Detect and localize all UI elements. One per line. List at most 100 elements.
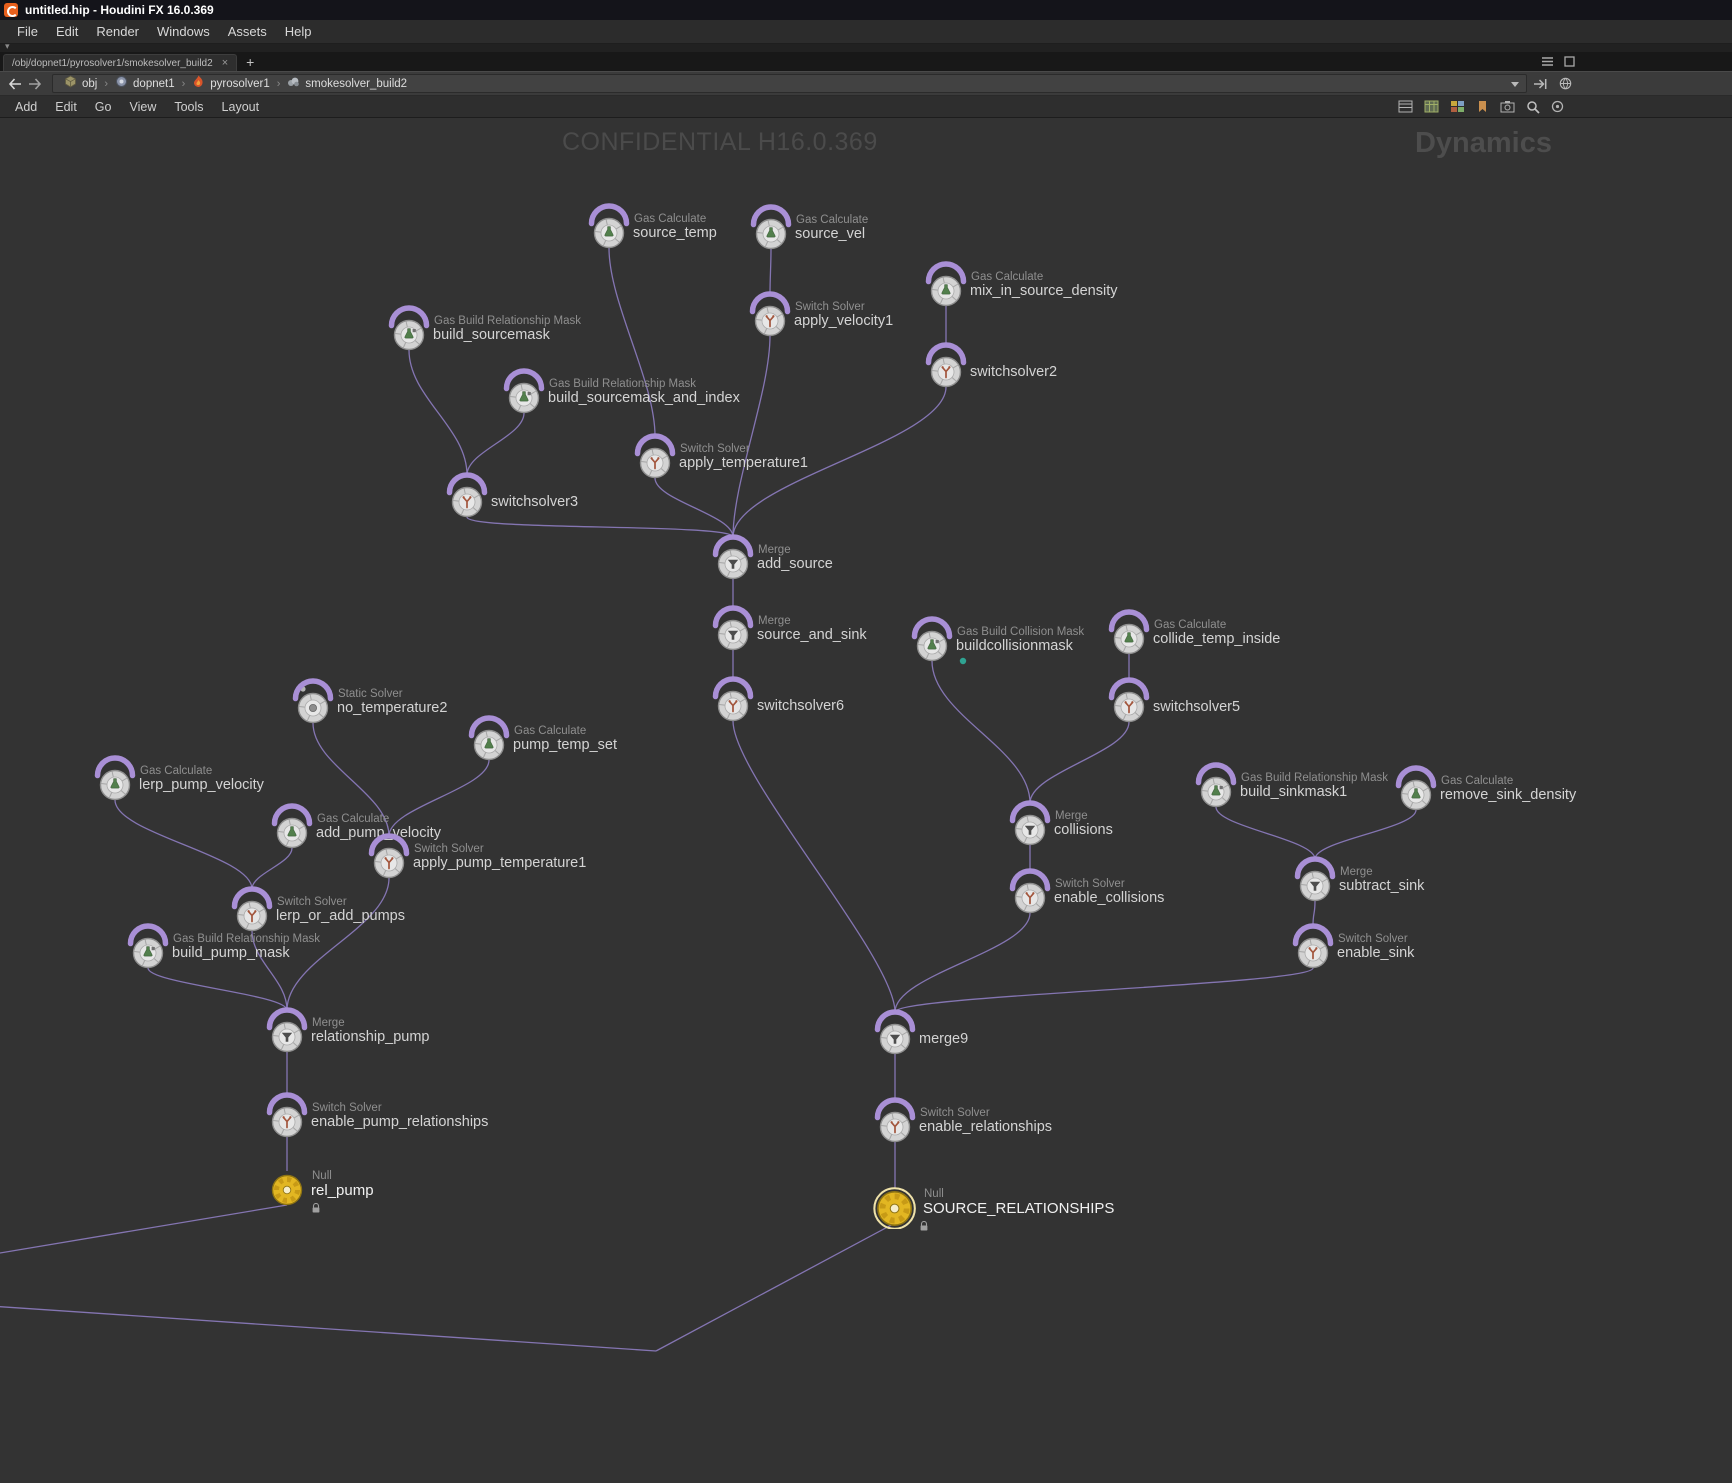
pane-menu-icon[interactable] bbox=[1541, 56, 1554, 67]
snapshot-icon[interactable] bbox=[1500, 100, 1515, 113]
menu-help[interactable]: Help bbox=[276, 20, 321, 43]
search-icon[interactable] bbox=[1526, 100, 1540, 114]
node-add_pump_velocity[interactable] bbox=[268, 803, 316, 856]
node-name-label: switchsolver5 bbox=[1153, 699, 1240, 715]
path-dropdown-icon[interactable] bbox=[1510, 80, 1520, 88]
breadcrumb-separator: › bbox=[102, 78, 110, 90]
node-build_sourcemask[interactable] bbox=[385, 305, 433, 358]
menu-render[interactable]: Render bbox=[87, 20, 148, 43]
window-titlebar[interactable]: untitled.hip - Houdini FX 16.0.369 bbox=[0, 0, 1732, 20]
menu-assets[interactable]: Assets bbox=[219, 20, 276, 43]
pane-maximize-icon[interactable] bbox=[1564, 56, 1575, 67]
node-enable_relationships[interactable] bbox=[871, 1097, 919, 1150]
node-collide_temp_inside[interactable] bbox=[1105, 609, 1153, 662]
node-name-label: mix_in_source_density bbox=[970, 283, 1118, 299]
node-build_pump_mask[interactable] bbox=[124, 923, 172, 976]
node-type-label: Switch Solver bbox=[277, 896, 347, 908]
node-type-label: Merge bbox=[1055, 810, 1088, 822]
node-enable_collisions[interactable] bbox=[1006, 868, 1054, 921]
network-menu-layout[interactable]: Layout bbox=[213, 100, 269, 114]
network-menu-edit[interactable]: Edit bbox=[46, 100, 86, 114]
node-enable_pump_relationships[interactable] bbox=[263, 1092, 311, 1145]
breadcrumb-item-obj[interactable]: obj bbox=[59, 75, 102, 93]
node-apply_temperature1[interactable] bbox=[631, 433, 679, 486]
breadcrumb[interactable]: obj›dopnet1›pyrosolver1›smokesolver_buil… bbox=[52, 74, 1527, 93]
pane-collapse-icon[interactable]: ▾ bbox=[5, 40, 10, 52]
node-relationship_pump[interactable] bbox=[263, 1007, 311, 1060]
breadcrumb-label: smokesolver_build2 bbox=[305, 78, 407, 90]
network-menu-go[interactable]: Go bbox=[86, 100, 121, 114]
node-source_temp[interactable] bbox=[585, 203, 633, 256]
node-pump_temp_set[interactable] bbox=[465, 715, 513, 768]
node-source_and_sink[interactable] bbox=[709, 605, 757, 658]
node-name-label: lerp_pump_velocity bbox=[139, 777, 264, 793]
breadcrumb-item-dopnet1[interactable]: dopnet1 bbox=[110, 75, 180, 93]
network-menu-items: AddEditGoViewToolsLayout bbox=[6, 96, 268, 117]
jump-to-operator-icon[interactable] bbox=[1533, 78, 1548, 90]
pyro-icon bbox=[192, 75, 205, 93]
forward-arrow-icon[interactable] bbox=[28, 78, 42, 90]
node-name-label: add_source bbox=[757, 556, 833, 572]
node-type-label: Static Solver bbox=[338, 688, 403, 700]
node-build_sourcemask_and_index[interactable] bbox=[500, 368, 548, 421]
node-subtract_sink[interactable] bbox=[1291, 856, 1339, 909]
node-lerp_or_add_pumps[interactable] bbox=[228, 886, 276, 939]
main-menu-bar: FileEditRenderWindowsAssetsHelp bbox=[0, 20, 1732, 44]
breadcrumb-separator: › bbox=[275, 78, 283, 90]
node-SOURCE_RELATIONSHIPS[interactable] bbox=[867, 1174, 922, 1234]
breadcrumb-item-smokesolver_build2[interactable]: smokesolver_build2 bbox=[282, 75, 412, 93]
path-bar: obj›dopnet1›pyrosolver1›smokesolver_buil… bbox=[0, 71, 1732, 96]
breadcrumb-label: dopnet1 bbox=[133, 78, 175, 90]
node-name-label: switchsolver3 bbox=[491, 494, 578, 510]
node-no_temperature2[interactable] bbox=[289, 678, 337, 731]
node-switchsolver3[interactable] bbox=[443, 472, 491, 525]
node-lerp_pump_velocity[interactable] bbox=[91, 755, 139, 808]
node-enable_sink[interactable] bbox=[1289, 923, 1337, 976]
node-remove_sink_density[interactable] bbox=[1392, 765, 1440, 818]
pathbar-right-icons bbox=[1533, 77, 1572, 90]
node-switchsolver5[interactable] bbox=[1105, 677, 1153, 730]
network-toolbar-icons bbox=[1398, 100, 1732, 114]
node-apply_velocity1[interactable] bbox=[746, 291, 794, 344]
network-canvas[interactable]: CONFIDENTIAL H16.0.369 Dynamics Gas Calc… bbox=[0, 118, 1732, 1483]
network-path-tab[interactable]: /obj/dopnet1/pyrosolver1/smokesolver_bui… bbox=[3, 54, 237, 71]
spreadsheet-icon[interactable] bbox=[1424, 100, 1439, 113]
node-switchsolver6[interactable] bbox=[709, 676, 757, 729]
tabbar-right-icons bbox=[1541, 52, 1732, 71]
breadcrumb-item-pyrosolver1[interactable]: pyrosolver1 bbox=[187, 75, 274, 93]
node-switchsolver2[interactable] bbox=[922, 342, 970, 395]
bookmark-icon[interactable] bbox=[1476, 100, 1489, 113]
node-type-label: Gas Calculate bbox=[514, 725, 586, 737]
node-source_vel[interactable] bbox=[747, 204, 795, 257]
menu-windows[interactable]: Windows bbox=[148, 20, 219, 43]
overview-icon[interactable] bbox=[1551, 100, 1564, 113]
tab-close-icon[interactable]: × bbox=[222, 58, 228, 69]
node-type-label: Switch Solver bbox=[920, 1107, 990, 1119]
network-menu-view[interactable]: View bbox=[120, 100, 165, 114]
node-build_sinkmask1[interactable] bbox=[1192, 762, 1240, 815]
breadcrumb-separator: › bbox=[180, 78, 188, 90]
node-type-label: Gas Calculate bbox=[140, 765, 212, 777]
display-options-icon[interactable] bbox=[1398, 100, 1413, 113]
node-buildcollisionmask[interactable] bbox=[908, 616, 956, 669]
menu-edit[interactable]: Edit bbox=[47, 20, 87, 43]
back-arrow-icon[interactable] bbox=[8, 78, 22, 90]
node-name-label: build_sourcemask bbox=[433, 327, 550, 343]
node-mix_in_source_density[interactable] bbox=[922, 261, 970, 314]
node-merge9[interactable] bbox=[871, 1009, 919, 1062]
palette-icon[interactable] bbox=[1450, 100, 1465, 113]
lock-icon bbox=[919, 1219, 929, 1237]
node-apply_pump_temperature1[interactable] bbox=[365, 833, 413, 886]
node-add_source[interactable] bbox=[709, 534, 757, 587]
world-icon[interactable] bbox=[1559, 77, 1572, 90]
node-rel_pump[interactable] bbox=[263, 1160, 311, 1213]
node-type-label: Switch Solver bbox=[1055, 878, 1125, 890]
menu-file[interactable]: File bbox=[8, 20, 47, 43]
node-name-label: rel_pump bbox=[311, 1182, 374, 1199]
new-tab-button[interactable]: + bbox=[237, 52, 263, 71]
network-menu-tools[interactable]: Tools bbox=[165, 100, 212, 114]
node-name-label: collide_temp_inside bbox=[1153, 631, 1280, 647]
node-collisions[interactable] bbox=[1006, 800, 1054, 853]
node-type-label: Switch Solver bbox=[312, 1102, 382, 1114]
network-menu-add[interactable]: Add bbox=[6, 100, 46, 114]
